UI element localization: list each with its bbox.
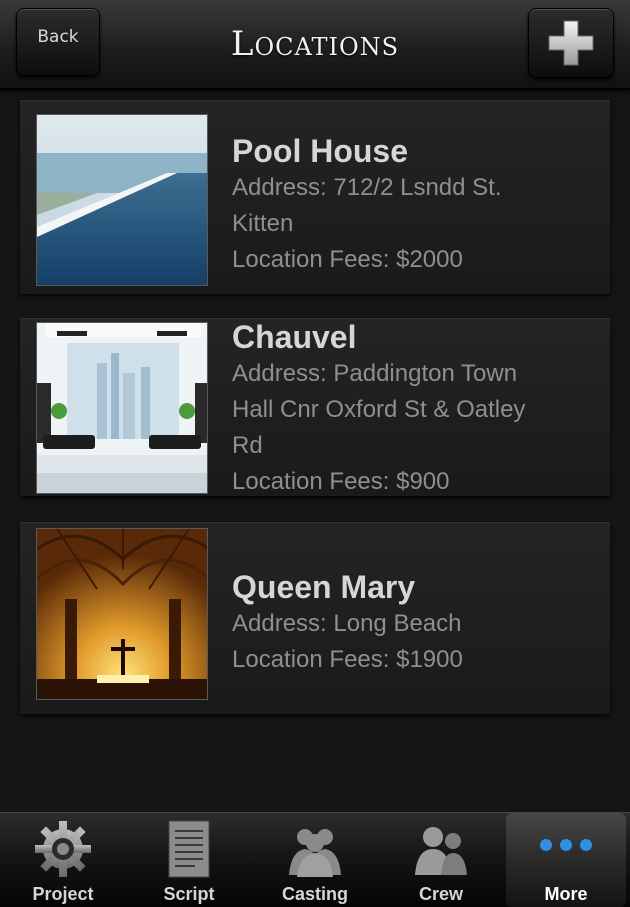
tab-label: Script: [163, 884, 215, 904]
location-address-line: Address: Paddington Town: [232, 360, 518, 387]
location-name: Chauvel: [232, 319, 357, 355]
people-icon: [415, 827, 467, 875]
add-location-button[interactable]: [528, 8, 614, 78]
location-card-chauvel[interactable]: Chauvel Address: Paddington Town Hall Cn…: [20, 318, 610, 496]
location-fees: Location Fees: $2000: [232, 246, 463, 273]
document-icon: [168, 820, 210, 878]
tab-label: Crew: [418, 884, 463, 904]
gear-icon: [35, 821, 91, 877]
tab-more[interactable]: More: [506, 813, 626, 907]
cathedral-photo: [36, 528, 208, 700]
location-address-line: Kitten: [232, 210, 294, 237]
location-name: Queen Mary: [232, 569, 416, 605]
tab-bar: Project Script Casting Crew More: [0, 812, 630, 907]
location-name: Pool House: [232, 133, 409, 169]
tab-crew[interactable]: Crew: [378, 813, 504, 907]
location-address-line: Address: Long Beach: [232, 610, 462, 637]
location-card-queen-mary[interactable]: Queen Mary Address: Long Beach Location …: [20, 522, 610, 714]
location-fees: Location Fees: $1900: [232, 646, 463, 673]
location-address-line: Rd: [232, 432, 263, 459]
interior-photo: [36, 322, 208, 494]
location-address-line: Hall Cnr Oxford St & Oatley: [232, 396, 526, 423]
tab-casting[interactable]: Casting: [252, 813, 378, 907]
group-icon: [289, 829, 341, 877]
tab-label: Casting: [281, 884, 348, 904]
nav-bar: Back Locations: [0, 0, 630, 90]
pool-photo: [36, 114, 208, 286]
location-card-pool-house[interactable]: Pool House Address: 712/2 Lsndd St. Kitt…: [20, 100, 610, 294]
tab-label: More: [544, 884, 588, 904]
locations-list: Pool House Address: 712/2 Lsndd St. Kitt…: [0, 92, 630, 812]
tab-script[interactable]: Script: [126, 813, 252, 907]
tab-label: Project: [32, 884, 94, 904]
plus-icon: [548, 20, 594, 66]
location-fees: Location Fees: $900: [232, 468, 450, 495]
location-address-line: Address: 712/2 Lsndd St.: [232, 174, 502, 201]
tab-project[interactable]: Project: [0, 813, 126, 907]
more-dots-icon: [540, 839, 592, 851]
